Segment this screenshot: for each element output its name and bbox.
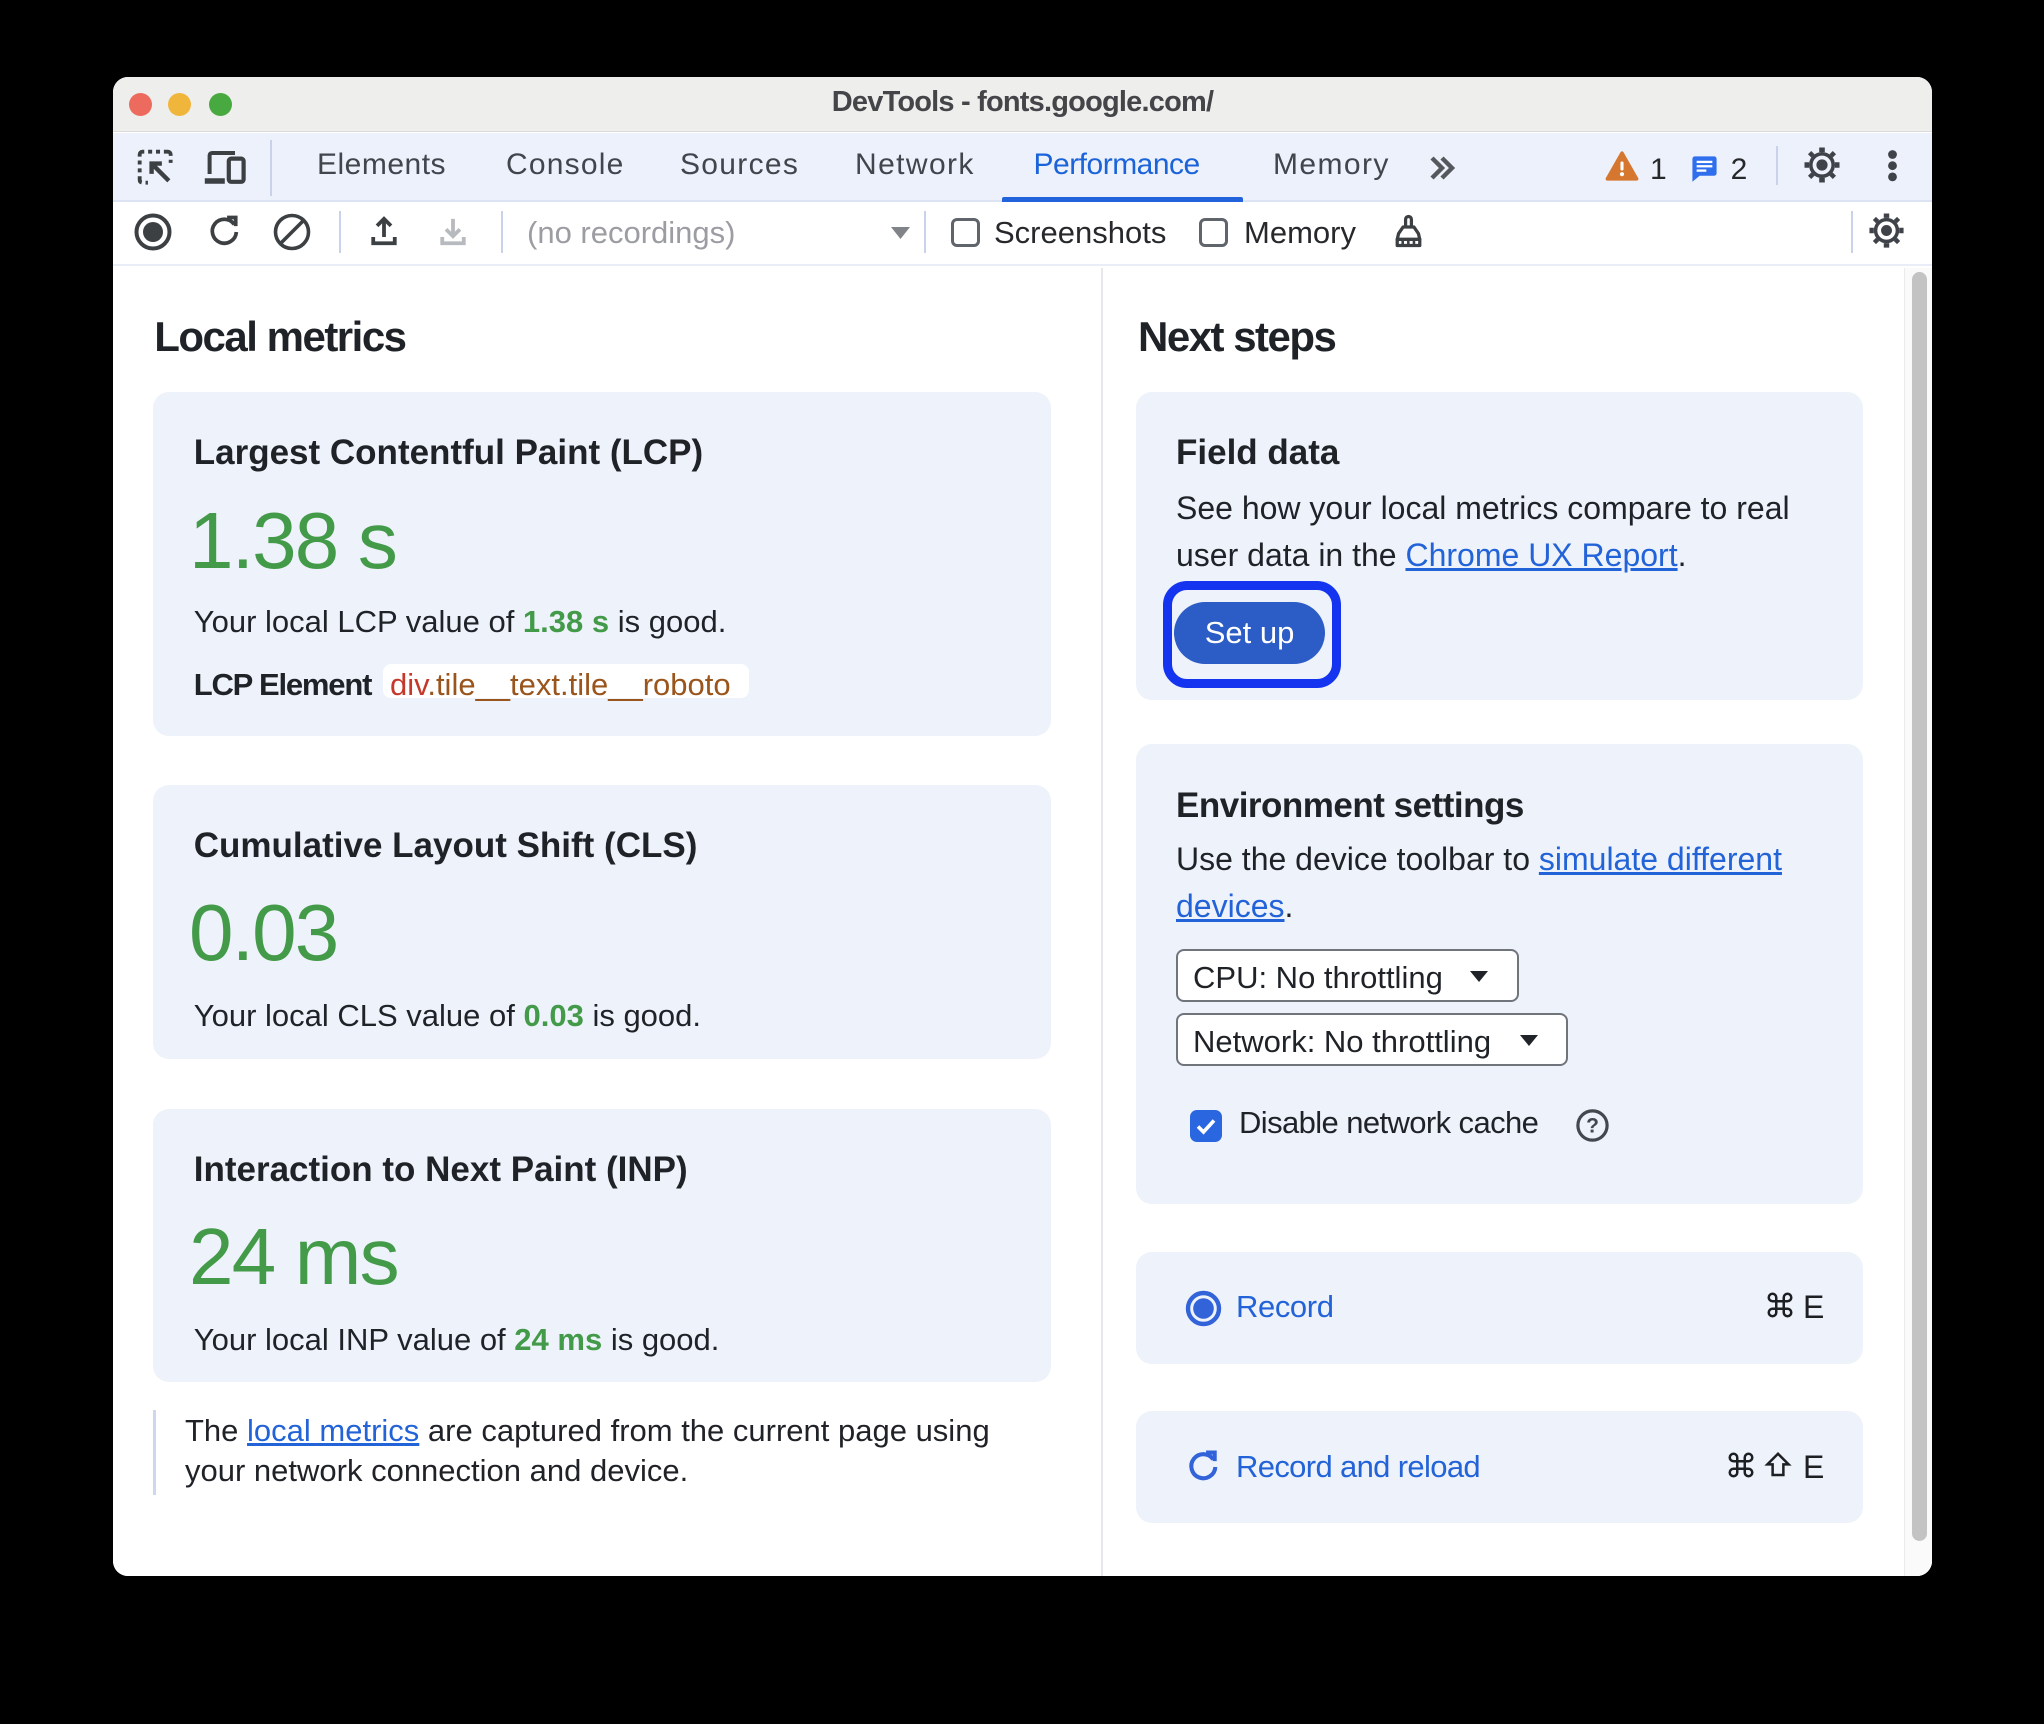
svg-text:?: ? [1586, 1115, 1599, 1138]
